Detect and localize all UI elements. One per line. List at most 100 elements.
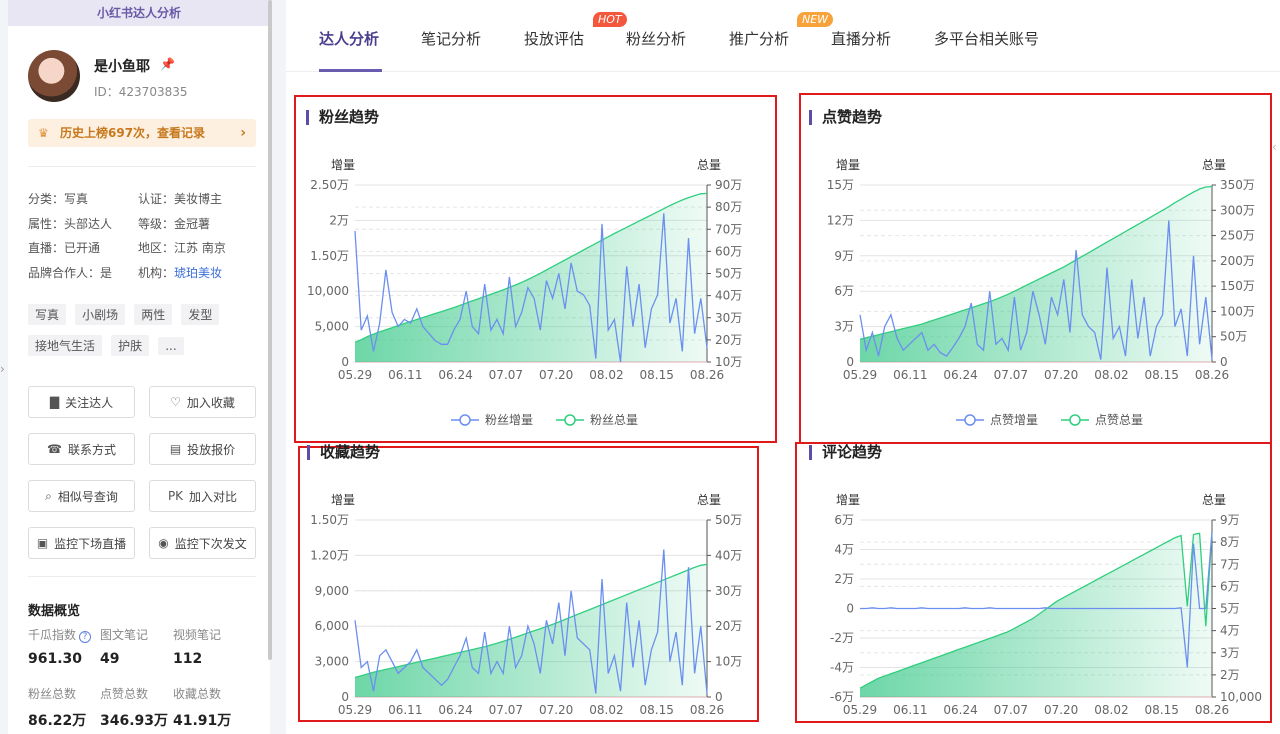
info-certification: 认证：美妆博主	[138, 192, 223, 206]
chevron-right-icon[interactable]: ›	[0, 362, 5, 376]
tab-fans-analysis[interactable]: 粉丝分析	[626, 28, 686, 49]
y-tick-label-left: 0	[846, 355, 854, 369]
pk-icon: PK	[167, 489, 184, 503]
divider	[28, 166, 256, 167]
hot-badge: HOT	[593, 12, 627, 27]
chevron-left-icon[interactable]: ‹	[1272, 140, 1277, 154]
legend-marker-total	[564, 414, 576, 426]
y-tick-label-left: 10,000	[307, 284, 349, 298]
y-tick-label-left: -6万	[830, 690, 854, 704]
y-tick-label-left: 2.50万	[310, 178, 349, 192]
y-tick-label-right: 40万	[715, 289, 742, 303]
new-badge: NEW	[797, 12, 834, 27]
x-tick-label: 07.07	[994, 368, 1028, 382]
history-record-link[interactable]: ♛ 历史上榜697次，查看记录 ›	[28, 119, 256, 147]
contact-button[interactable]: ☎ 联系方式	[28, 433, 135, 465]
y-tick-label-right: 7万	[1220, 557, 1240, 571]
info-agency[interactable]: 机构：琥珀美妆	[138, 264, 248, 289]
tab-multi-platform[interactable]: 多平台相关账号	[934, 28, 1039, 49]
y-tick-label-right: 60万	[715, 244, 742, 258]
y-tick-label-right: 5万	[1220, 602, 1240, 616]
tag[interactable]: 两性	[134, 304, 173, 325]
follow-button[interactable]: ▇ 关注达人	[28, 386, 135, 418]
tag[interactable]: 发型	[181, 304, 220, 325]
quote-button[interactable]: ▤ 投放报价	[149, 433, 256, 465]
crown-icon: ♛	[38, 126, 49, 140]
tab-placement-evaluation[interactable]: 投放评估	[524, 28, 584, 49]
profile: 是小鱼耶 📌 ID：423703835	[28, 50, 258, 104]
x-tick-label: 06.11	[388, 703, 422, 715]
tag[interactable]: 接地气生活	[28, 335, 103, 356]
y-tick-label-right: 10,000	[1220, 690, 1262, 704]
y-tick-label-left: 3万	[834, 320, 854, 334]
search-icon: ⌕	[45, 488, 52, 503]
x-tick-label: 05.29	[843, 368, 877, 382]
info-brand-partner: 品牌合作人：是	[28, 265, 113, 280]
favorite-button[interactable]: ♡ 加入收藏	[149, 386, 256, 418]
x-tick-label: 07.07	[489, 703, 523, 715]
comments-trend-chart: 增量 总量 -6万 -4万 -2万 0 2万 4万 6万 10,000 2万 3万 4万 5万 6万 7万 8万…	[830, 493, 1262, 715]
chart-title-comments: 评论趋势	[809, 445, 882, 460]
info-level: 等级：金冠薯	[138, 216, 211, 231]
y-tick-label-right: 150万	[1220, 279, 1255, 293]
x-tick-label: 06.11	[388, 368, 422, 382]
y-axis-left-title: 增量	[331, 158, 355, 172]
x-tick-label: 06.24	[943, 703, 977, 715]
y-tick-label-right: 8万	[1220, 535, 1240, 549]
x-tick-label: 07.07	[994, 703, 1028, 715]
overview-title: 数据概览	[28, 604, 81, 619]
tab-influencer-analysis[interactable]: 达人分析	[319, 28, 379, 49]
y-tick-label-right: 300万	[1220, 203, 1255, 217]
y-tick-label-left: 0	[341, 690, 349, 704]
y-tick-label-right: 40万	[715, 548, 742, 562]
legend-marker-total	[1069, 414, 1081, 426]
y-tick-label-right: 90万	[715, 178, 742, 192]
sidebar-scrollbar[interactable]	[268, 0, 272, 660]
monitor-live-button[interactable]: ▣ 监控下场直播	[28, 527, 135, 559]
tag-more[interactable]: ...	[158, 337, 184, 355]
y-tick-label-right: 0	[1220, 355, 1228, 369]
avatar[interactable]	[28, 50, 80, 102]
y-tick-label-left: 1.50万	[310, 249, 349, 263]
tab-promotion-analysis[interactable]: 推广分析	[729, 28, 789, 49]
y-tick-label-right: 50万	[1220, 330, 1247, 344]
y-tick-label-right: 250万	[1220, 229, 1255, 243]
y-axis-right-title: 总量	[697, 158, 721, 172]
y-axis-left-title: 增量	[836, 493, 860, 507]
info-category: 分类：写真	[28, 192, 89, 206]
price-tag-icon: ▤	[169, 442, 182, 456]
tag[interactable]: 小剧场	[75, 304, 126, 325]
y-tick-label-left: 9万	[834, 249, 854, 263]
y-tick-label-right: 70万	[715, 222, 742, 236]
y-tick-label-right: 350万	[1220, 178, 1255, 192]
active-tab-indicator	[319, 69, 382, 72]
compare-button[interactable]: PK 加入对比	[149, 480, 256, 512]
tag[interactable]: 护肤	[111, 335, 150, 356]
fans-trend-chart: 增量 总量 0 5,000 10,000 1.50万 2万 2.50万 10万 20万 30万 40万…	[307, 158, 742, 427]
tag[interactable]: 写真	[28, 304, 67, 325]
x-tick-label: 06.24	[438, 368, 472, 382]
y-tick-label-left: -4万	[830, 661, 854, 675]
x-tick-label: 08.26	[1195, 368, 1229, 382]
tab-note-analysis[interactable]: 笔记分析	[421, 28, 481, 49]
monitor-post-button[interactable]: ◉ 监控下次发文	[149, 527, 256, 559]
legend-marker-increment	[964, 414, 976, 426]
overview-collects: 收藏总数 41.91万	[173, 687, 232, 729]
y-tick-label-right: 2万	[1220, 668, 1240, 682]
pin-icon[interactable]: 📌	[160, 57, 175, 71]
tab-bar: 达人分析 笔记分析 投放评估 HOT 粉丝分析 推广分析 NEW 直播分析 多平…	[286, 0, 1280, 72]
legend-label: 粉丝增量	[485, 413, 533, 427]
y-tick-label-left: 1.50万	[310, 513, 349, 527]
y-tick-label-right: 30万	[715, 584, 742, 598]
info-live: 直播：已开通	[28, 241, 101, 255]
y-tick-label-left: 2万	[329, 213, 349, 227]
y-tick-label-right: 6万	[1220, 579, 1240, 593]
info-region: 地区：江苏 南京	[138, 241, 226, 255]
tab-live-analysis[interactable]: 直播分析	[831, 28, 891, 49]
x-tick-label: 08.15	[1145, 368, 1179, 382]
help-icon[interactable]: ?	[79, 631, 92, 643]
similar-search-button[interactable]: ⌕ 相似号查询	[28, 480, 135, 512]
overview-fans: 粉丝总数 86.22万	[28, 687, 87, 729]
x-tick-label: 08.02	[1094, 703, 1128, 715]
collects-trend-chart: 增量 总量 0 3,000 6,000 9,000 1.20万 1.50万 0 10万 20万 30万…	[310, 493, 742, 715]
